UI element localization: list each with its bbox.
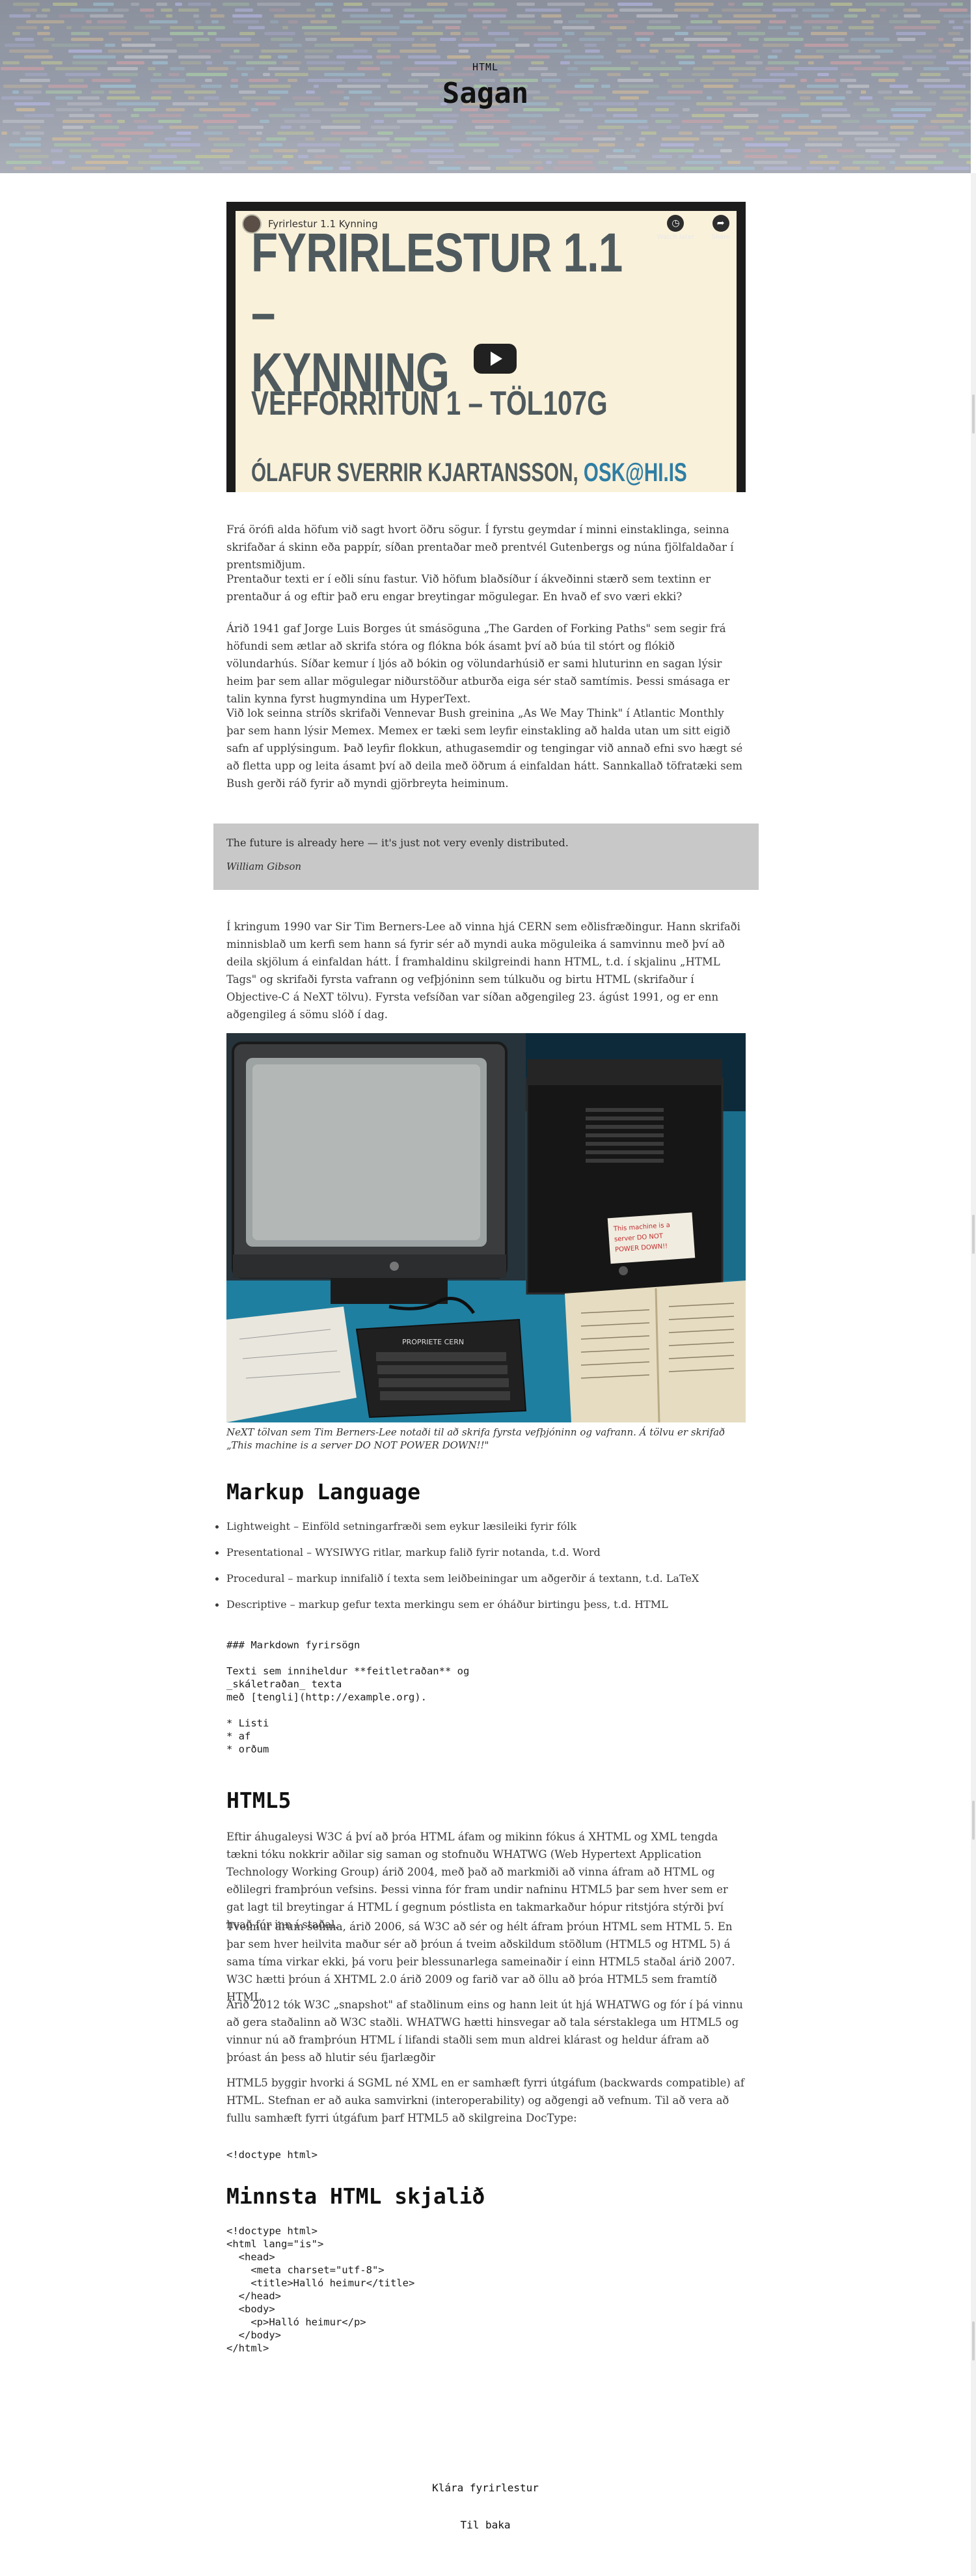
slide-author: ÓLAFUR SVERRIR KJARTANSSON, OSK@HI.IS — [251, 458, 687, 488]
hero-header: HTML Sagan — [0, 0, 971, 173]
slide-author-email: OSK@HI.IS — [583, 458, 687, 487]
quote-author: William Gibson — [226, 861, 302, 872]
doctype-code-block: <!doctype html> — [226, 2149, 318, 2161]
paragraph: Frá örófi alda höfum við sagt hvort öðru… — [226, 523, 734, 571]
markdown-code-block: ### Markdown fyrirsögn Texti sem innihel… — [226, 1639, 470, 1755]
slide-author-name: ÓLAFUR SVERRIR KJARTANSSON, — [251, 458, 584, 487]
scroll-marker — [972, 1801, 975, 1840]
section-heading-html5: HTML5 — [226, 1788, 291, 1813]
scroll-marker — [972, 1215, 975, 1254]
slide-course: VEFFORRITUN 1 – TÖL107G — [251, 385, 608, 422]
slide-title: FYRIRLESTUR 1.1 – KYNNING — [251, 223, 640, 402]
watch-later-label: Watch later — [657, 234, 695, 241]
list-item: Lightweight – Einföld setningarfræði sem… — [215, 1518, 746, 1535]
section-heading-minimal-html: Minnsta HTML skjalið — [226, 2183, 485, 2209]
next-computer-photo: This machine is a server DO NOT POWER DO… — [226, 1033, 746, 1422]
list-item: Procedural – markup innifalið í texta se… — [215, 1570, 746, 1587]
footer-nav: Klára fyrirlestur Til baka — [0, 2482, 971, 2531]
scroll-track[interactable] — [971, 173, 976, 2576]
paragraph: Tveimur árum seinna, árið 2006, sá W3C a… — [226, 1920, 735, 2003]
svg-text:PROPRIETE CERN: PROPRIETE CERN — [402, 1338, 464, 1346]
finish-lecture-link[interactable]: Klára fyrirlestur — [0, 2482, 971, 2494]
list-item: Presentational – WYSIWYG ritlar, markup … — [215, 1544, 746, 1561]
slide-title-line1: FYRIRLESTUR 1.1 – — [251, 222, 623, 343]
list-item: Descriptive – markup gefur texta merking… — [215, 1596, 746, 1613]
scroll-marker — [972, 2321, 975, 2361]
paragraph: Prentaður texti er í eðli sínu fastur. V… — [226, 573, 711, 603]
paragraph: Í kringum 1990 var Sir Tim Berners-Lee a… — [226, 921, 740, 1021]
minimal-html-code-block: <!doctype html> <html lang="is"> <head> … — [226, 2225, 415, 2354]
share-icon: ➦ — [712, 215, 729, 232]
video-actions: ◷ Watch later ➦ Share — [657, 215, 730, 241]
clock-icon: ◷ — [667, 215, 685, 232]
share-button[interactable]: ➦ Share — [711, 215, 730, 241]
paragraph: HTML5 byggir hvorki á SGML né XML en er … — [226, 2077, 745, 2124]
paragraph: Við lok seinna stríðs skrifaði Vennevar … — [226, 707, 743, 790]
page-title: Sagan — [442, 77, 529, 110]
video-embed[interactable]: Fyrirlestur 1.1 Kynning ◷ Watch later ➦ … — [226, 202, 746, 492]
play-button-icon[interactable] — [474, 344, 517, 374]
blockquote: The future is already here — it's just n… — [213, 824, 759, 890]
paragraph: Árið 1941 gaf Jorge Luis Borges út smásö… — [226, 622, 730, 705]
quote-text: The future is already here — it's just n… — [226, 837, 569, 849]
markup-types-list: Lightweight – Einföld setningarfræði sem… — [215, 1518, 746, 1622]
paragraph: Árið 2012 tók W3C „snapshot" af staðlinu… — [226, 1999, 743, 2064]
back-link[interactable]: Til baka — [0, 2519, 971, 2531]
share-label: Share — [711, 234, 730, 241]
scroll-marker — [972, 395, 975, 434]
photo-caption: NeXT tölvan sem Tim Berners-Lee notaði t… — [226, 1426, 725, 1451]
main-content: Fyrirlestur 1.1 Kynning ◷ Watch later ➦ … — [226, 202, 746, 790]
watch-later-button[interactable]: ◷ Watch later — [657, 215, 694, 241]
page-kicker: HTML — [472, 61, 499, 73]
next-computer-illustration: This machine is a server DO NOT POWER DO… — [226, 1033, 746, 1422]
section-heading-markup: Markup Language — [226, 1479, 421, 1504]
